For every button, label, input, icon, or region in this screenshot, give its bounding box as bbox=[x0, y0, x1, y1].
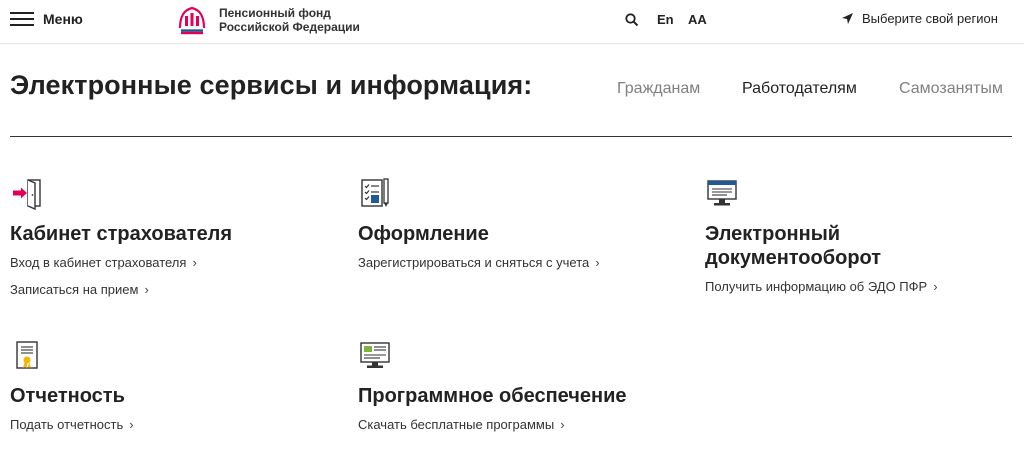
card-title: Электронный документооборот bbox=[705, 222, 1024, 270]
chevron-right-icon: › bbox=[560, 417, 565, 432]
link-label: Записаться на прием bbox=[10, 282, 139, 297]
service-card-insurer-cabinet: Кабинет страхователя Вход в кабинет стра… bbox=[10, 176, 340, 299]
logo-line-1: Пенсионный фонд bbox=[219, 6, 331, 20]
service-card-edo: Электронный документооборот Получить инф… bbox=[705, 176, 1024, 296]
logo-text: Пенсионный фонд Российской Федерации bbox=[219, 6, 360, 34]
pfr-logo[interactable]: Пенсионный фонд Российской Федерации bbox=[176, 4, 360, 36]
chevron-right-icon: › bbox=[129, 417, 134, 432]
pfr-emblem-icon bbox=[178, 6, 206, 35]
software-monitor-icon bbox=[360, 342, 390, 368]
location-arrow-icon bbox=[842, 13, 853, 24]
search-icon[interactable] bbox=[624, 12, 640, 28]
service-card-registration: Оформление Зарегистрироваться и сняться … bbox=[358, 176, 688, 272]
service-card-reporting: Отчетность Подать отчетность › bbox=[10, 338, 340, 434]
chevron-right-icon: › bbox=[595, 255, 600, 270]
appointment-link[interactable]: Записаться на прием › bbox=[10, 281, 340, 299]
link-label: Получить информацию об ЭДО ПФР bbox=[705, 279, 928, 294]
registration-form-icon bbox=[361, 178, 389, 207]
login-door-icon bbox=[13, 179, 41, 210]
card-title: Кабинет страхователя bbox=[10, 223, 233, 245]
card-title-line-2: документооборот bbox=[705, 247, 882, 269]
service-card-software: Программное обеспечение Скачать бесплатн… bbox=[358, 338, 688, 434]
link-label: Подать отчетность bbox=[10, 417, 124, 432]
site-header: Меню Пенсионный фонд Российской Федераци… bbox=[0, 0, 1024, 44]
submit-report-link[interactable]: Подать отчетность › bbox=[10, 416, 340, 434]
register-deregister-link[interactable]: Зарегистрироваться и сняться с учета › bbox=[358, 254, 688, 272]
region-selector[interactable]: Выберите свой регион bbox=[841, 11, 998, 26]
tab-self-employed[interactable]: Самозанятым bbox=[899, 80, 1003, 98]
card-title: Отчетность bbox=[10, 385, 125, 407]
chevron-right-icon: › bbox=[192, 255, 197, 270]
audience-tabs: Гражданам Работодателям Самозанятым bbox=[0, 80, 1024, 104]
certificate-icon bbox=[16, 341, 38, 369]
card-title-line-1: Электронный bbox=[705, 223, 841, 245]
logo-line-2: Российской Федерации bbox=[219, 20, 360, 34]
menu-label: Меню bbox=[43, 11, 83, 27]
tab-employers[interactable]: Работодателям bbox=[742, 80, 857, 98]
link-label: Скачать бесплатные программы bbox=[358, 417, 555, 432]
language-switch[interactable]: En bbox=[657, 12, 674, 27]
login-cabinet-link[interactable]: Вход в кабинет страхователя › bbox=[10, 254, 340, 272]
monitor-document-icon bbox=[707, 180, 737, 206]
font-size-button[interactable]: AA bbox=[688, 12, 707, 27]
hamburger-icon bbox=[10, 12, 34, 26]
chevron-right-icon: › bbox=[933, 279, 938, 294]
card-title: Оформление bbox=[358, 223, 489, 245]
link-label: Вход в кабинет страхователя bbox=[10, 255, 187, 270]
title-divider bbox=[10, 136, 1012, 137]
download-software-link[interactable]: Скачать бесплатные программы › bbox=[358, 416, 688, 434]
region-label: Выберите свой регион bbox=[862, 11, 998, 26]
chevron-right-icon: › bbox=[144, 282, 149, 297]
tab-citizens[interactable]: Гражданам bbox=[617, 80, 700, 98]
link-label: Зарегистрироваться и сняться с учета bbox=[358, 255, 590, 270]
menu-button[interactable]: Меню bbox=[10, 11, 83, 27]
edo-info-link[interactable]: Получить информацию об ЭДО ПФР › bbox=[705, 278, 1024, 296]
card-title: Программное обеспечение bbox=[358, 385, 627, 407]
